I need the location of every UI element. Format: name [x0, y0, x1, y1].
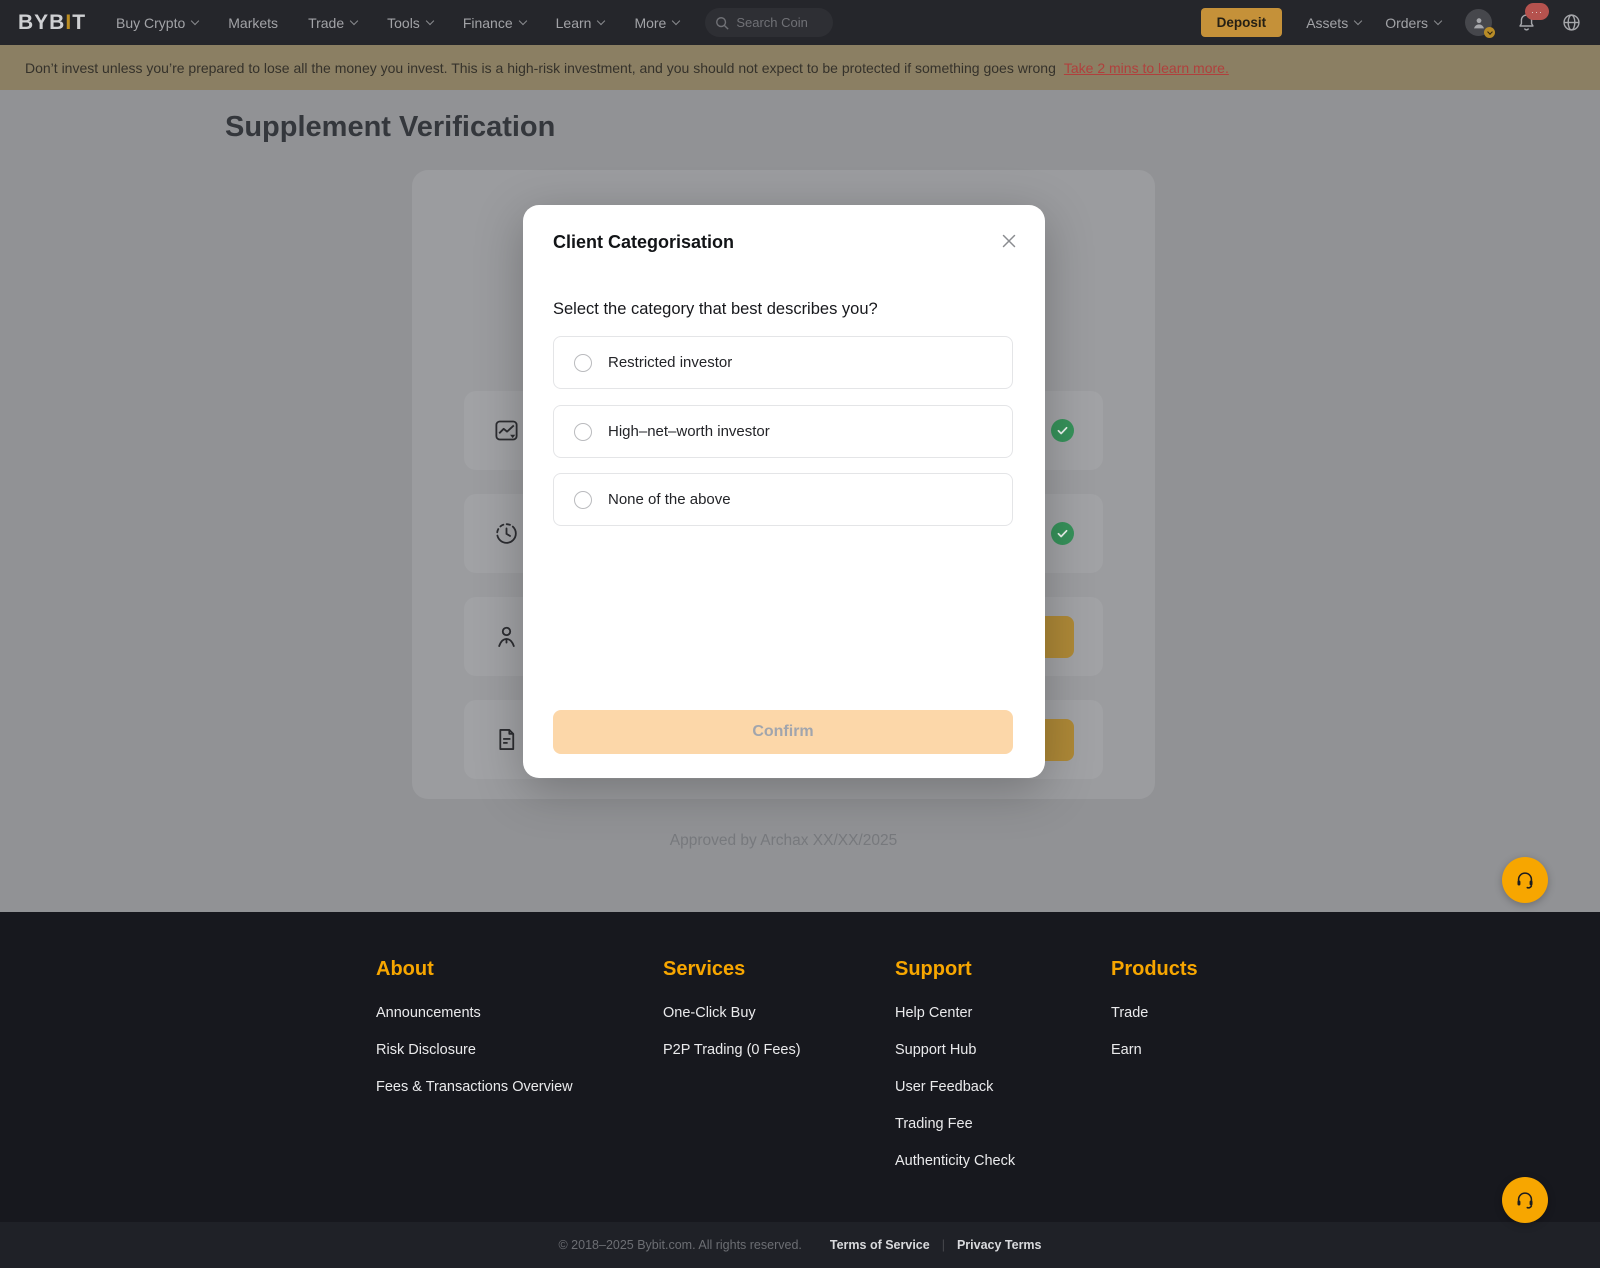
- nav-assets[interactable]: Assets: [1306, 15, 1361, 31]
- chevron-down-icon: [1354, 17, 1362, 25]
- headset-icon: [1514, 869, 1536, 891]
- search-icon: [715, 16, 729, 30]
- logo-text: BYB: [18, 11, 65, 34]
- person-icon: [493, 623, 520, 650]
- risk-learn-more-link[interactable]: Take 2 mins to learn more.: [1064, 60, 1229, 76]
- chevron-down-icon: [518, 17, 526, 25]
- language-globe-icon[interactable]: [1561, 12, 1582, 33]
- modal-question: Select the category that best describes …: [553, 300, 878, 319]
- nav-buy-crypto[interactable]: Buy Crypto: [116, 15, 198, 31]
- bybit-logo[interactable]: BYBIT: [18, 11, 86, 35]
- logo-text-2: T: [72, 11, 86, 34]
- footer-heading-support: Support: [895, 958, 1015, 981]
- footer-column-products: Products Trade Earn: [1111, 958, 1198, 1079]
- avatar[interactable]: [1465, 9, 1492, 36]
- chevron-down-icon: [426, 17, 434, 25]
- support-chat-button[interactable]: [1502, 857, 1548, 903]
- option-label: None of the above: [608, 491, 731, 508]
- copyright-text: © 2018–2025 Bybit.com. All rights reserv…: [559, 1238, 802, 1252]
- check-icon: [1051, 522, 1074, 545]
- footer-link-risk-disclosure[interactable]: Risk Disclosure: [376, 1042, 573, 1058]
- risk-warning-banner: Don’t invest unless you’re prepared to l…: [0, 45, 1600, 90]
- radio-icon: [574, 354, 592, 372]
- chevron-down-icon: [350, 17, 358, 25]
- nav-learn[interactable]: Learn: [556, 15, 605, 31]
- footer-heading-services: Services: [663, 958, 801, 981]
- footer-column-services: Services One-Click Buy P2P Trading (0 Fe…: [663, 958, 801, 1079]
- photo-chart-icon: [493, 417, 520, 444]
- footer-bottom-bar: © 2018–2025 Bybit.com. All rights reserv…: [0, 1222, 1600, 1268]
- footer-column-support: Support Help Center Support Hub User Fee…: [895, 958, 1015, 1190]
- deposit-button[interactable]: Deposit: [1201, 8, 1283, 37]
- chevron-down-icon: [1434, 17, 1442, 25]
- footer-link-trade[interactable]: Trade: [1111, 1005, 1198, 1021]
- check-icon: [1051, 419, 1074, 442]
- clock-icon: [493, 520, 520, 547]
- footer-link-authenticity-check[interactable]: Authenticity Check: [895, 1153, 1015, 1169]
- footer-link-help-center[interactable]: Help Center: [895, 1005, 1015, 1021]
- footer-link-p2p-trading[interactable]: P2P Trading (0 Fees): [663, 1042, 801, 1058]
- option-restricted-investor[interactable]: Restricted investor: [553, 336, 1013, 389]
- confirm-button[interactable]: Confirm: [553, 710, 1013, 754]
- footer-link-announcements[interactable]: Announcements: [376, 1005, 573, 1021]
- page-title: Supplement Verification: [225, 111, 555, 144]
- nav-tools[interactable]: Tools: [387, 15, 433, 31]
- notification-badge: ···: [1525, 3, 1549, 20]
- footer-heading-about: About: [376, 958, 573, 981]
- nav-markets[interactable]: Markets: [228, 15, 278, 31]
- support-chat-button-footer[interactable]: [1502, 1177, 1548, 1223]
- footer-link-earn[interactable]: Earn: [1111, 1042, 1198, 1058]
- footer-link-one-click-buy[interactable]: One-Click Buy: [663, 1005, 801, 1021]
- bybit-page: BYBIT Buy Crypto Markets Trade Tools Fin…: [0, 0, 1600, 1268]
- nav-more[interactable]: More: [634, 15, 679, 31]
- chevron-down-icon: [597, 17, 605, 25]
- footer-column-about: About Announcements Risk Disclosure Fees…: [376, 958, 573, 1116]
- main-menu: Buy Crypto Markets Trade Tools Finance L…: [116, 15, 679, 31]
- user-icon: [1471, 15, 1487, 31]
- footer-link-support-hub[interactable]: Support Hub: [895, 1042, 1015, 1058]
- radio-icon: [574, 491, 592, 509]
- footer-heading-products: Products: [1111, 958, 1198, 981]
- option-high-net-worth-investor[interactable]: High–net–worth investor: [553, 405, 1013, 458]
- privacy-terms-link[interactable]: Privacy Terms: [957, 1238, 1042, 1252]
- search-placeholder: Search Coin: [736, 15, 808, 30]
- nav-trade[interactable]: Trade: [308, 15, 357, 31]
- footer: About Announcements Risk Disclosure Fees…: [0, 912, 1600, 1268]
- option-none-of-the-above[interactable]: None of the above: [553, 473, 1013, 526]
- chevron-down-icon: [191, 17, 199, 25]
- footer-link-fees-overview[interactable]: Fees & Transactions Overview: [376, 1079, 573, 1095]
- close-icon[interactable]: [999, 231, 1019, 251]
- headset-icon: [1514, 1189, 1536, 1211]
- document-icon: [493, 726, 520, 753]
- approved-note: Approved by Archax XX/XX/2025: [412, 832, 1155, 850]
- nav-orders[interactable]: Orders: [1385, 15, 1441, 31]
- radio-icon: [574, 423, 592, 441]
- option-label: Restricted investor: [608, 354, 732, 371]
- chevron-down-icon: [672, 17, 680, 25]
- search-input[interactable]: Search Coin: [705, 8, 833, 37]
- option-label: High–net–worth investor: [608, 423, 770, 440]
- terms-of-service-link[interactable]: Terms of Service: [830, 1238, 930, 1252]
- footer-link-trading-fee[interactable]: Trading Fee: [895, 1116, 1015, 1132]
- notification-bell[interactable]: ···: [1516, 12, 1537, 33]
- modal-title: Client Categorisation: [553, 232, 734, 253]
- footer-link-user-feedback[interactable]: User Feedback: [895, 1079, 1015, 1095]
- top-nav: BYBIT Buy Crypto Markets Trade Tools Fin…: [0, 0, 1600, 45]
- nav-finance[interactable]: Finance: [463, 15, 526, 31]
- separator: |: [942, 1238, 945, 1252]
- risk-warning-text: Don’t invest unless you’re prepared to l…: [25, 60, 1056, 76]
- avatar-chevron-badge: [1484, 27, 1495, 38]
- client-categorisation-modal: Client Categorisation Select the categor…: [523, 205, 1045, 778]
